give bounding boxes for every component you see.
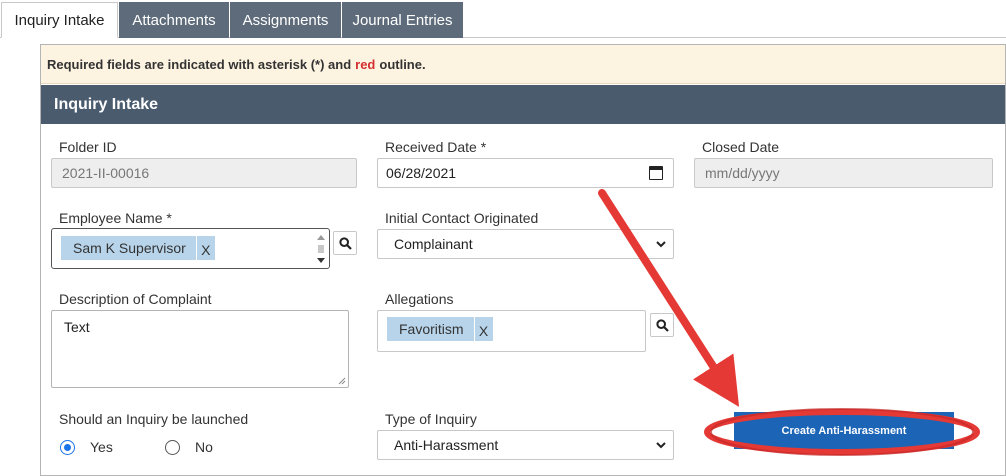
- allegations-field[interactable]: Favoritism X: [377, 310, 646, 352]
- section-title: Inquiry Intake: [41, 85, 1005, 124]
- employee-name-field[interactable]: Sam K Supervisor X: [51, 228, 330, 269]
- initial-contact-label: Initial Contact Originated: [385, 210, 539, 226]
- create-anti-harassment-button[interactable]: Create Anti-Harassment: [734, 412, 954, 449]
- search-icon: [655, 318, 669, 332]
- employee-tag-remove-button[interactable]: X: [197, 239, 215, 258]
- tab-bar: Inquiry Intake Attachments Assignments J…: [0, 0, 1006, 38]
- notice-red-word: red: [355, 56, 376, 72]
- calendar-icon[interactable]: [649, 166, 663, 180]
- employee-tag: Sam K Supervisor X: [61, 236, 215, 260]
- launch-no-radio[interactable]: [165, 440, 180, 455]
- allegation-tag: Favoritism X: [387, 317, 493, 341]
- allegation-tag-remove-button[interactable]: X: [475, 320, 493, 339]
- spinner-icon[interactable]: [316, 233, 326, 265]
- allegations-label: Allegations: [385, 291, 454, 307]
- folder-id-field[interactable]: 2021-II-00016: [51, 158, 357, 188]
- search-icon: [338, 236, 352, 250]
- description-label: Description of Complaint: [59, 291, 212, 307]
- launch-yes-label[interactable]: Yes: [90, 439, 113, 455]
- allegations-search-button[interactable]: [650, 313, 674, 337]
- chevron-down-icon: [656, 241, 666, 248]
- tab-journal-entries[interactable]: Journal Entries: [342, 2, 463, 38]
- employee-tag-label: Sam K Supervisor: [61, 236, 197, 260]
- launch-yes-radio[interactable]: [60, 440, 75, 455]
- inquiry-type-value: Anti-Harassment: [394, 437, 499, 453]
- tab-assignments[interactable]: Assignments: [230, 2, 341, 38]
- employee-search-button[interactable]: [333, 231, 357, 255]
- inquiry-type-select[interactable]: Anti-Harassment: [377, 430, 674, 460]
- description-textarea[interactable]: Text: [51, 310, 349, 388]
- closed-date-field[interactable]: mm/dd/yyyy: [694, 158, 993, 188]
- launch-inquiry-label: Should an Inquiry be launched: [59, 411, 249, 427]
- chevron-down-icon: [656, 442, 666, 449]
- inquiry-intake-panel: Required fields are indicated with aster…: [40, 44, 1006, 476]
- initial-contact-select[interactable]: Complainant: [377, 229, 674, 259]
- received-date-value: 06/28/2021: [386, 165, 457, 181]
- inquiry-type-label: Type of Inquiry: [385, 411, 477, 427]
- tab-attachments[interactable]: Attachments: [119, 2, 229, 38]
- received-date-label: Received Date *: [385, 139, 487, 155]
- launch-no-label[interactable]: No: [195, 439, 213, 455]
- notice-text: Required fields are indicated with aster…: [47, 56, 352, 72]
- folder-id-label: Folder ID: [59, 139, 117, 155]
- notice-suffix: outline.: [379, 56, 426, 72]
- received-date-field[interactable]: 06/28/2021: [377, 158, 674, 188]
- initial-contact-value: Complainant: [394, 236, 473, 252]
- tab-inquiry-intake[interactable]: Inquiry Intake: [1, 2, 118, 38]
- description-value: Text: [64, 319, 90, 335]
- required-fields-notice: Required fields are indicated with aster…: [41, 45, 1005, 84]
- employee-name-label: Employee Name *: [59, 210, 172, 226]
- closed-date-label: Closed Date: [702, 139, 780, 155]
- allegation-tag-label: Favoritism: [387, 317, 475, 341]
- resize-grip-icon[interactable]: [338, 377, 346, 385]
